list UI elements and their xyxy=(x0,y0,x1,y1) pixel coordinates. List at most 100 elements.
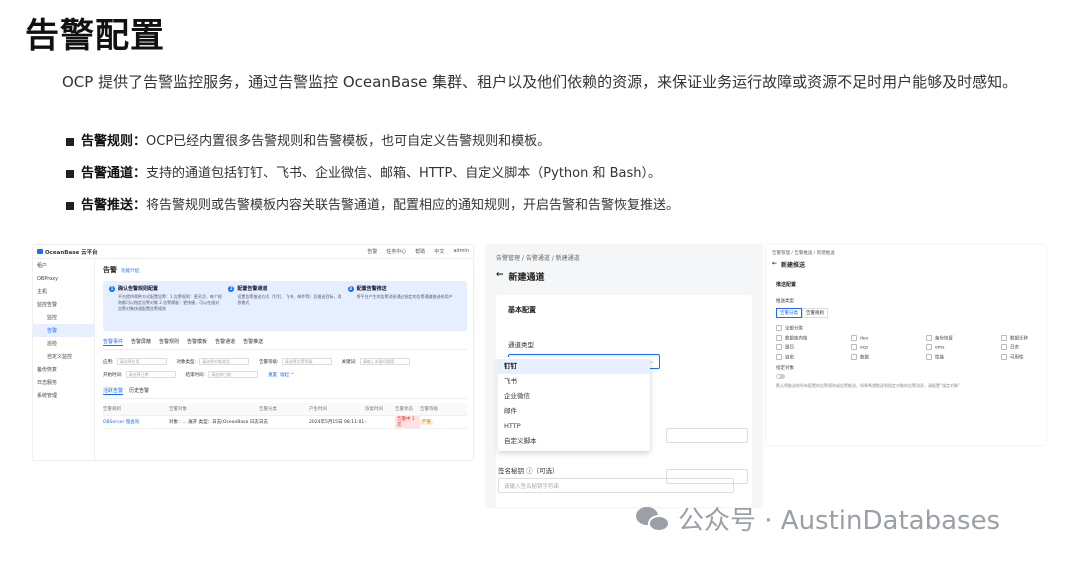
list-item: 告警推送： 将告警规则或告警模板内容关联告警通道，配置相应的通知规则，开启告警和告… xyxy=(66,198,679,214)
app-select[interactable]: 请选择应用 xyxy=(116,358,167,365)
grid-cell xyxy=(1001,325,1041,332)
dropdown-option[interactable]: 飞书 xyxy=(498,374,650,389)
main-content: 告警 功能介绍 1 确认告警规则配置 平台提供两种方式配置告警：1.告警规则：更灵活，… xyxy=(97,259,473,460)
sidebar-item[interactable]: 系统管理 xyxy=(33,389,94,402)
sidebar-item[interactable]: 备份恢复 xyxy=(33,363,94,376)
checkbox[interactable]: dev xyxy=(851,335,926,341)
checkbox[interactable]: 性能 xyxy=(926,354,1001,360)
checkbox[interactable]: oms xyxy=(926,344,1001,351)
page-title: 告警配置 xyxy=(25,16,165,56)
collapse-button[interactable]: 收起 ^ xyxy=(280,372,294,378)
back-arrow-icon[interactable]: ← xyxy=(772,260,777,269)
tab[interactable]: 告警通道 xyxy=(215,338,235,346)
sidebar-item[interactable]: 监控告警 xyxy=(33,298,94,311)
checkbox[interactable]: 数据 xyxy=(851,354,926,360)
push-type-option[interactable]: 告警规则 xyxy=(802,308,828,318)
sidebar-item[interactable]: OBProxy xyxy=(33,272,94,285)
back-arrow-icon[interactable]: ← xyxy=(496,270,504,283)
dropdown-option[interactable]: 自定义脚本 xyxy=(498,434,650,449)
hidden-input[interactable] xyxy=(666,428,748,443)
checkbox[interactable]: 自愈 xyxy=(776,354,851,360)
step-desc: 设置告警推送方式（钉钉、飞书、邮件等）及推送目标，消息格式 xyxy=(237,294,342,305)
bullet-label: 告警规则： xyxy=(81,134,147,149)
list-item: 告警规则： OCP已经内置很多告警规则和告警模板，也可自定义告警规则和模板。 xyxy=(66,134,679,150)
tab[interactable]: 告警模板 xyxy=(187,338,207,346)
step-title: 确认告警规则配置 xyxy=(118,286,159,292)
form-title-text: 新建推送 xyxy=(781,262,806,269)
filter-label: 开始时间: xyxy=(103,372,123,378)
sidebar-item[interactable]: 告警 xyxy=(33,324,94,337)
step: 3 配置告警推送 将平台产生的告警消息通过指定的告警通道推送给用户 xyxy=(347,285,461,327)
start-date-input[interactable]: 请选择日期 xyxy=(125,371,176,378)
sidebar-item[interactable]: 租户 xyxy=(33,259,94,272)
object-type-select[interactable]: 请选择对象类型 xyxy=(199,358,250,365)
bullet-label: 告警推送： xyxy=(81,198,147,213)
checkbox[interactable]: 跟日 xyxy=(776,344,851,351)
secret-input[interactable]: 请输入签名秘钥字符串 xyxy=(498,478,734,493)
checkbox[interactable]: 数据库内核 xyxy=(776,335,851,341)
dropdown-option[interactable]: 企业微信 xyxy=(498,389,650,404)
checkbox[interactable]: 日志 xyxy=(1001,344,1041,351)
checkbox[interactable]: 全部分类 xyxy=(776,325,851,332)
column-header: 告警规则 xyxy=(103,407,121,412)
checkbox[interactable]: 备份恢复 xyxy=(926,335,1001,341)
form-title: ← 新建推送 xyxy=(766,256,1046,273)
column-header: 告警状态 xyxy=(395,407,413,412)
feature-list: 告警规则： OCP已经内置很多告警规则和告警模板，也可自定义告警规则和模板。 告警… xyxy=(66,134,679,230)
dropdown-option[interactable]: 钉钉 xyxy=(498,359,650,374)
sidebar-item[interactable]: 巡检 xyxy=(33,337,94,350)
tab[interactable]: 告警推送 xyxy=(243,338,263,346)
bullet-text: 将告警规则或告警模板内容关联告警通道，配置相应的通知规则，开启告警和告警恢复推送… xyxy=(146,198,680,213)
reset-button[interactable]: 重置 xyxy=(268,372,277,378)
end-date-input[interactable]: 请选择日期 xyxy=(208,371,259,378)
sidebar-item[interactable]: 自定义监控 xyxy=(33,350,94,363)
checkbox[interactable]: ocp xyxy=(851,344,926,351)
sidebar-item[interactable]: 监控 xyxy=(33,311,94,324)
tab[interactable]: 告警规则 xyxy=(159,338,179,346)
sidebar: 租户 OBProxy 主机 监控告警 监控 告警 巡检 自定义监控 备份恢复 日… xyxy=(33,259,95,460)
section-title: 基本配置 xyxy=(508,306,536,314)
grid-cell xyxy=(851,325,926,332)
recover-cell: - xyxy=(365,419,367,425)
target-toggle[interactable] xyxy=(776,374,785,379)
checkbox[interactable]: 数据迁移 xyxy=(1001,335,1041,341)
level-select[interactable]: 请选择告警等级 xyxy=(281,358,332,365)
category-cell: 日志 xyxy=(259,420,268,425)
push-type-option[interactable]: 告警分类 xyxy=(776,308,802,318)
intro-link[interactable]: 功能介绍 xyxy=(121,269,139,274)
tab[interactable]: 告警屏蔽 xyxy=(131,338,151,346)
grid-cell xyxy=(926,325,1001,332)
top-menu-item[interactable]: 中文 xyxy=(434,248,444,255)
subtab[interactable]: 活跃告警 xyxy=(103,387,124,395)
sidebar-item[interactable]: 日志服务 xyxy=(33,376,94,389)
top-menu-item[interactable]: 任务中心 xyxy=(386,248,406,255)
column-header: 产生时间 xyxy=(309,407,327,412)
breadcrumb: 告警管理 / 告警通道 / 新建通道 xyxy=(496,255,580,262)
section-title: 推送配置 xyxy=(776,282,797,288)
new-channel-screenshot: 告警管理 / 告警通道 / 新建通道 ←新建通道 基本配置 通道类型 钉钉⌄ 钉… xyxy=(486,245,762,507)
tab[interactable]: 告警事件 xyxy=(103,338,124,346)
checkbox[interactable]: 可用性 xyxy=(1001,354,1041,360)
filter-label: 关键词: xyxy=(341,359,357,365)
rule-cell[interactable]: OBServer 慢查询 xyxy=(103,419,169,425)
top-menu-item[interactable]: admin xyxy=(453,248,469,255)
subtab[interactable]: 历史告警 xyxy=(129,387,149,395)
top-menu-item[interactable]: 告警 xyxy=(367,248,377,255)
column-header: 告警对象 xyxy=(169,407,187,412)
sidebar-item[interactable]: 主机 xyxy=(33,285,94,298)
form-title-text: 新建通道 xyxy=(508,273,545,283)
column-header: 恢复时间 xyxy=(365,407,383,412)
intro-paragraph: OCP 提供了告警监控服务，通过告警监控 OceanBase 集群、租户以及他们… xyxy=(62,73,1018,91)
category-checkboxes: 全部分类 数据库内核 dev 备份恢复 数据迁移 跟日 ocp oms 日志 自… xyxy=(776,325,1036,361)
top-menu-item[interactable]: 帮助 xyxy=(415,248,425,255)
channel-type-dropdown: 钉钉 飞书 企业微信 邮件 HTTP 自定义脚本 xyxy=(498,357,650,451)
brand-name: OceanBase 云平台 xyxy=(45,249,98,256)
new-push-screenshot: 告警管理 / 告警推送 / 新建推送 ← 新建推送 推送配置 推送类型 告警分类 … xyxy=(766,245,1046,445)
table-row[interactable]: OBServer 慢查询 对象：... 展开 类型：日志(OceanBase 日… xyxy=(103,416,467,429)
level-badge: 严重 xyxy=(420,419,433,425)
tab-bar: 告警事件 告警屏蔽 告警规则 告警模板 告警通道 告警推送 xyxy=(103,338,467,350)
dropdown-option[interactable]: 邮件 xyxy=(498,404,650,419)
time-cell: 2024年5月15日 08:11:01 xyxy=(309,420,365,425)
dropdown-option[interactable]: HTTP xyxy=(498,419,650,434)
keyword-input[interactable]: 请输入关键词搜索 xyxy=(359,358,410,365)
